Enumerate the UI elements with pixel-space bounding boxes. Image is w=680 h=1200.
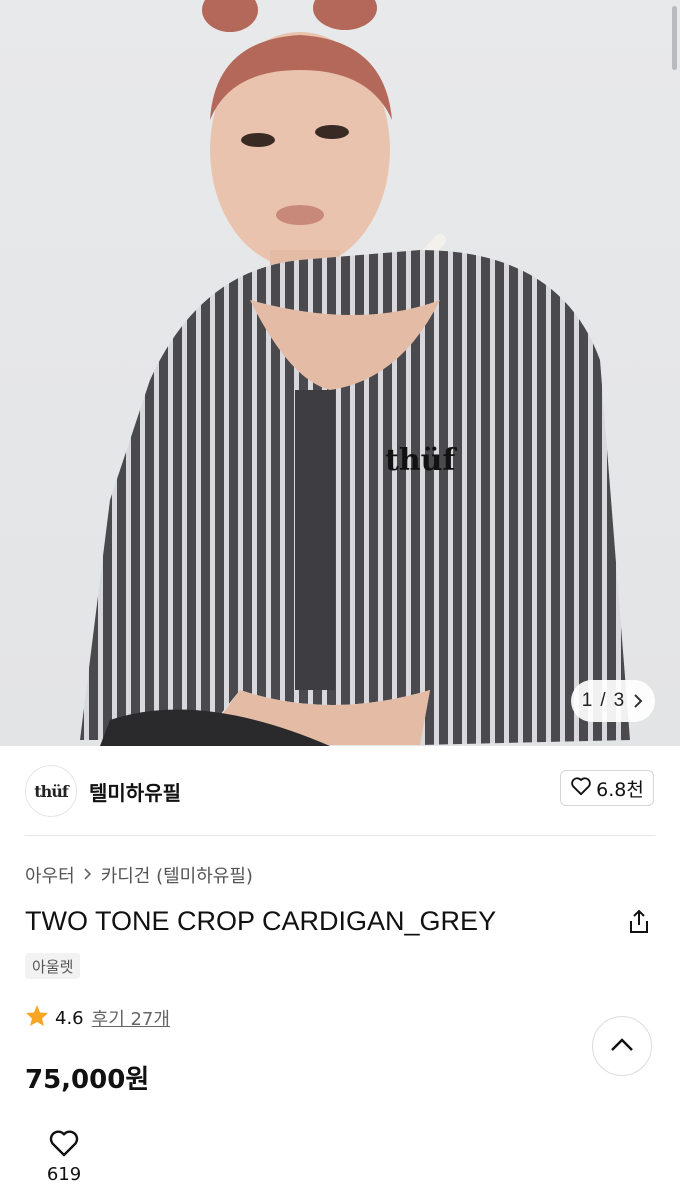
brand-name[interactable]: 텔미하유필: [89, 777, 181, 806]
wishlist-button[interactable]: 619: [38, 1128, 90, 1185]
gallery-pager[interactable]: 1 / 3: [571, 680, 655, 722]
rating-row: 4.6 후기 27개: [25, 1004, 170, 1032]
product-image-carousel[interactable]: thüf 1 / 3: [0, 0, 680, 746]
brand-like-button[interactable]: 6.8천: [560, 770, 654, 806]
product-photo: thüf: [80, 0, 630, 746]
heart-outline-icon: [570, 776, 592, 801]
brand-logo-text: thüf: [34, 781, 69, 801]
chevron-right-icon[interactable]: [632, 693, 644, 709]
rating-score: 4.6: [55, 1007, 84, 1029]
brand-row[interactable]: thüf 텔미하유필 6.8천: [0, 746, 680, 836]
pager-separator: /: [600, 690, 606, 711]
pager-total: 3: [613, 690, 625, 711]
product-price: 75,000원: [25, 1065, 150, 1095]
star-icon: [25, 1004, 49, 1032]
outlet-badge-label: 아울렛: [32, 957, 74, 976]
wishlist-count: 619: [46, 1164, 82, 1185]
heart-outline-icon: [48, 1128, 80, 1162]
scrollbar-thumb[interactable]: [672, 6, 677, 70]
pager-current: 1: [581, 690, 593, 711]
outlet-badge: 아울렛: [25, 953, 81, 979]
scroll-top-button[interactable]: [592, 1016, 652, 1076]
breadcrumb-item-cardigan[interactable]: 카디건 (텔미하유필): [101, 862, 253, 888]
share-icon[interactable]: [626, 908, 652, 936]
brand-like-count: 6.8천: [596, 778, 644, 801]
svg-text:thüf: thüf: [385, 443, 457, 478]
product-title: TWO TONE CROP CARDIGAN_GREY: [25, 906, 497, 936]
review-link[interactable]: 후기 27개: [92, 1005, 170, 1031]
brand-logo[interactable]: thüf: [25, 765, 77, 817]
chevron-up-icon: [610, 1037, 634, 1056]
breadcrumb-item-outer[interactable]: 아우터: [25, 862, 75, 888]
breadcrumb: 아우터 카디건 (텔미하유필): [25, 862, 253, 888]
chevron-right-icon: [83, 865, 93, 886]
divider: [25, 835, 655, 836]
